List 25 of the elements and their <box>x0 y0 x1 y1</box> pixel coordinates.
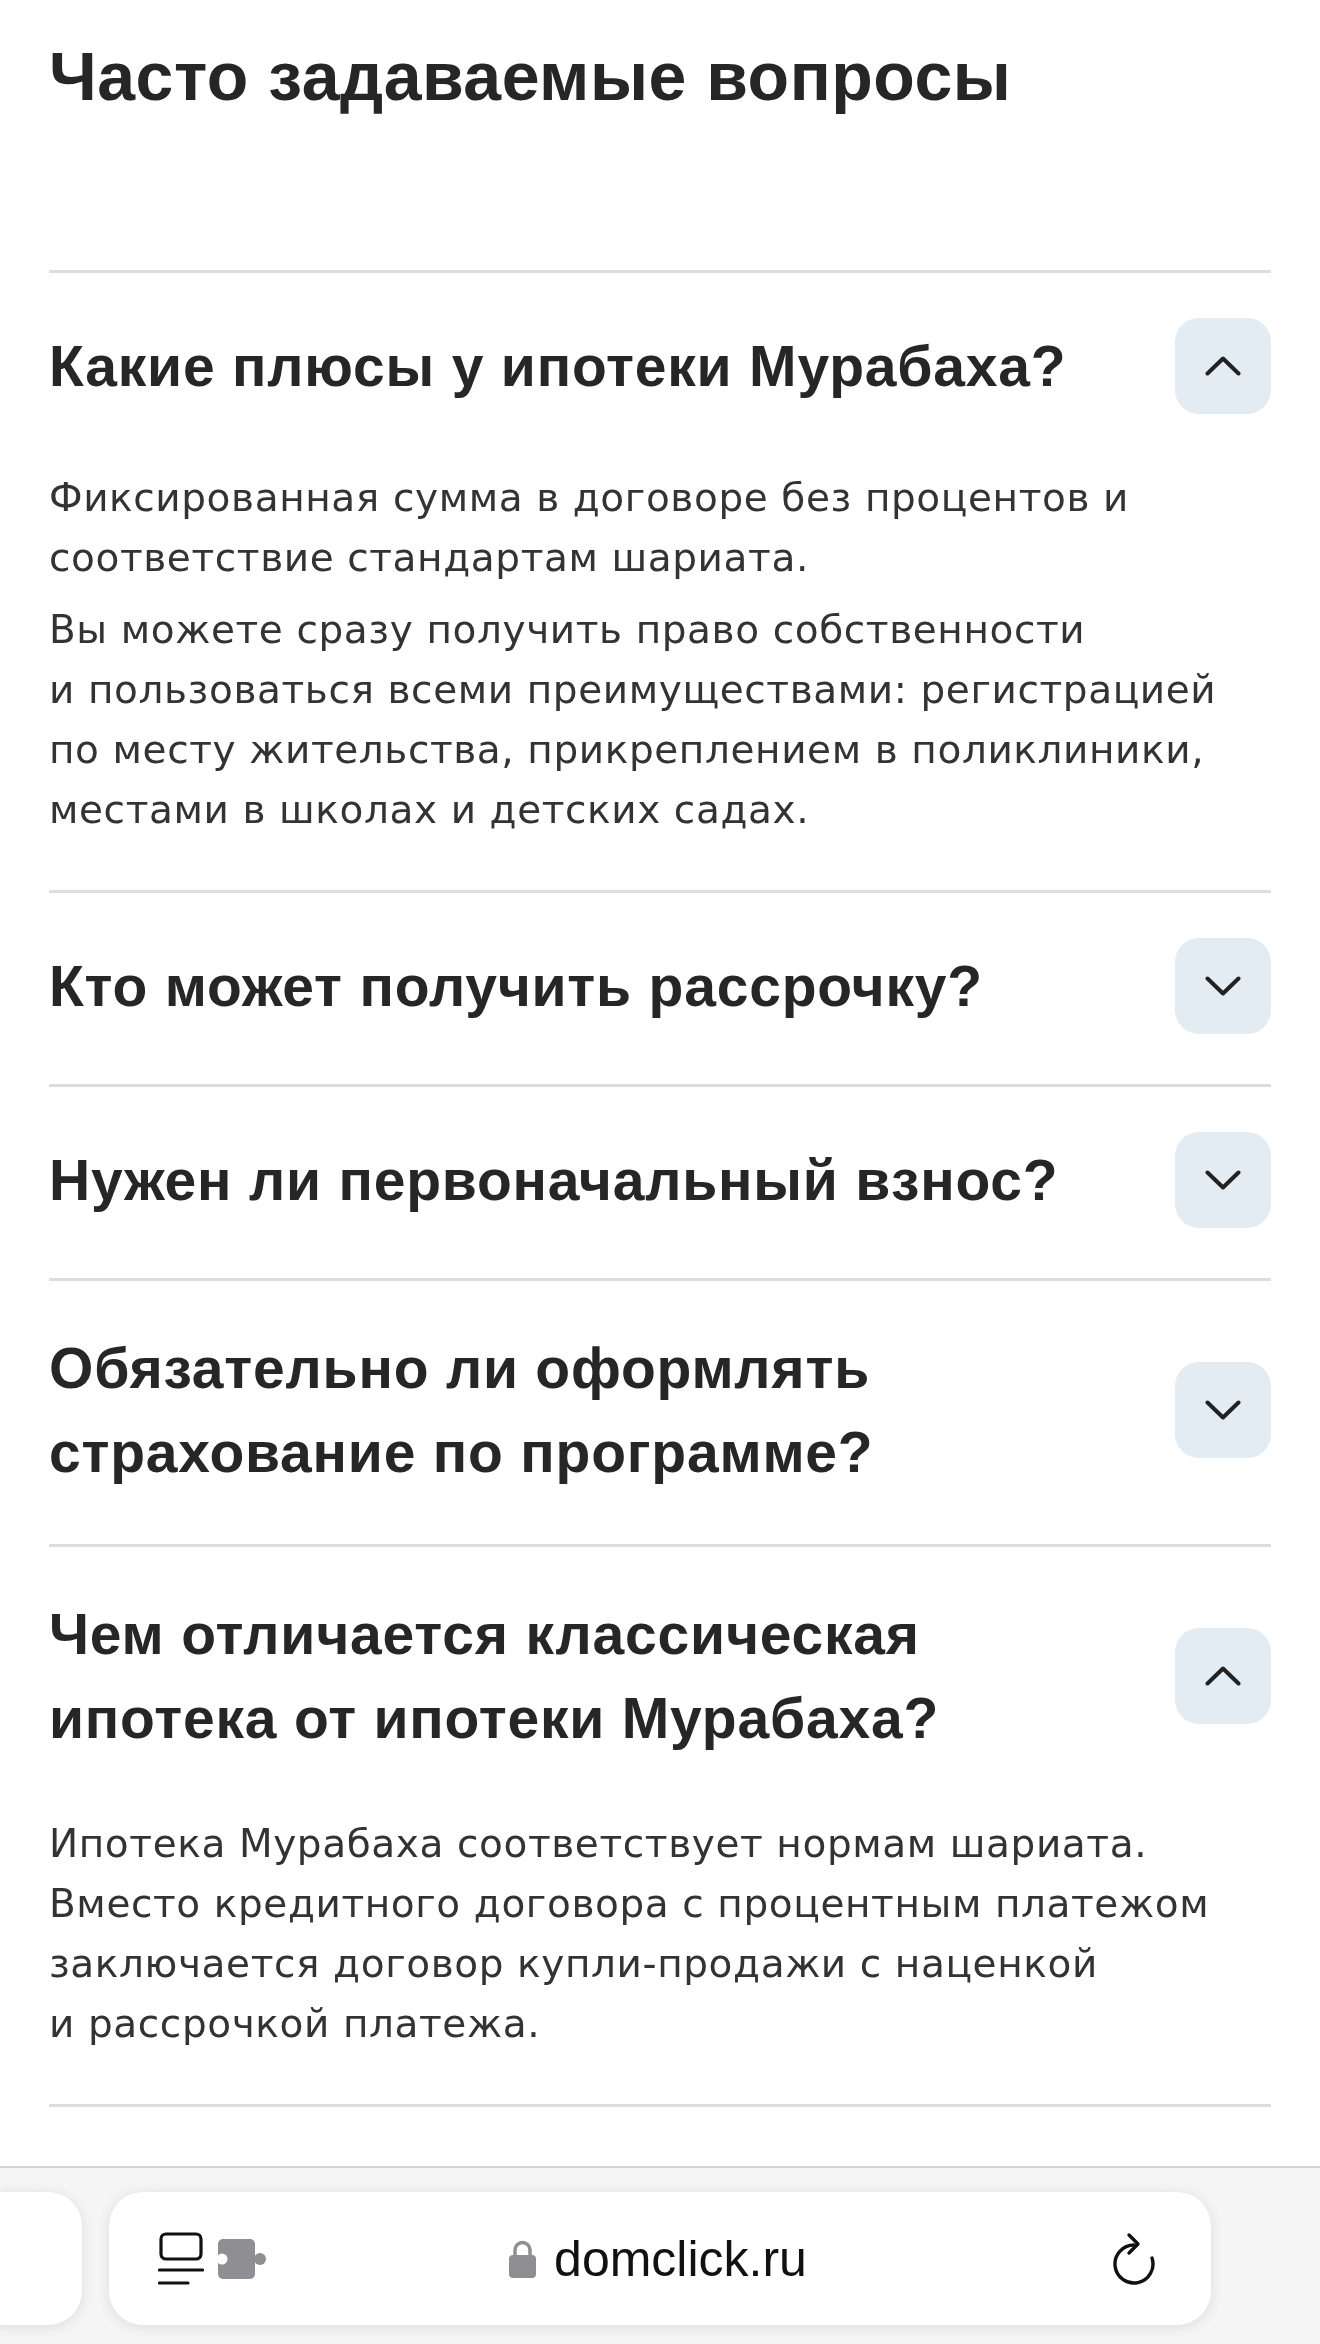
answer-text: Вы можете сразу получить право собственности и пользоваться всеми преимуществами: регистрацией по месту жительства, прикреплением в поликлиники, местами в школах и детских садах. <box>49 606 1218 834</box>
faq-question: Кто может получить рассрочку? <box>49 953 984 1020</box>
expand-button[interactable] <box>1175 1362 1271 1458</box>
answer-text: Фиксированная сумма в договоре без процентов и соответствие стандартам шариата. <box>49 474 1130 582</box>
chevron-down-icon <box>1205 1400 1241 1420</box>
page-format-icon[interactable] <box>158 2231 204 2286</box>
lock-icon <box>509 2239 537 2278</box>
faq-question: Какие плюсы у ипотеки Мурабаха? <box>49 333 1068 400</box>
chevron-down-icon <box>1205 1170 1241 1190</box>
reload-icon[interactable] <box>1110 2231 1158 2286</box>
collapse-button[interactable] <box>1175 1628 1271 1724</box>
faq-question: Обязательно ли оформлять страхование по программе? <box>49 1335 875 1486</box>
chevron-down-icon <box>1205 976 1241 996</box>
puzzle-icon[interactable] <box>218 2238 266 2279</box>
expand-button[interactable] <box>1175 1132 1271 1228</box>
chevron-up-icon <box>1205 1666 1241 1686</box>
faq-question: Чем отличается классическая ипотека от ипотеки Мурабаха? <box>49 1601 941 1752</box>
address-bar[interactable]: domclick.ru <box>109 2192 1211 2325</box>
collapse-button[interactable] <box>1175 318 1271 414</box>
faq-question: Нужен ли первоначальный взнос? <box>49 1147 1060 1214</box>
url-text: domclick.ru <box>554 2229 807 2289</box>
answer-text: Ипотека Мурабаха соответствует нормам шариата. Вместо кредитного договора с процентным платежом заключается договор купли-продажи с наценкой и рассрочкой платежа. <box>49 1820 1211 2048</box>
expand-button[interactable] <box>1175 938 1271 1034</box>
page-title: Часто задаваемые вопросы <box>49 37 1013 116</box>
chevron-up-icon <box>1205 356 1241 376</box>
